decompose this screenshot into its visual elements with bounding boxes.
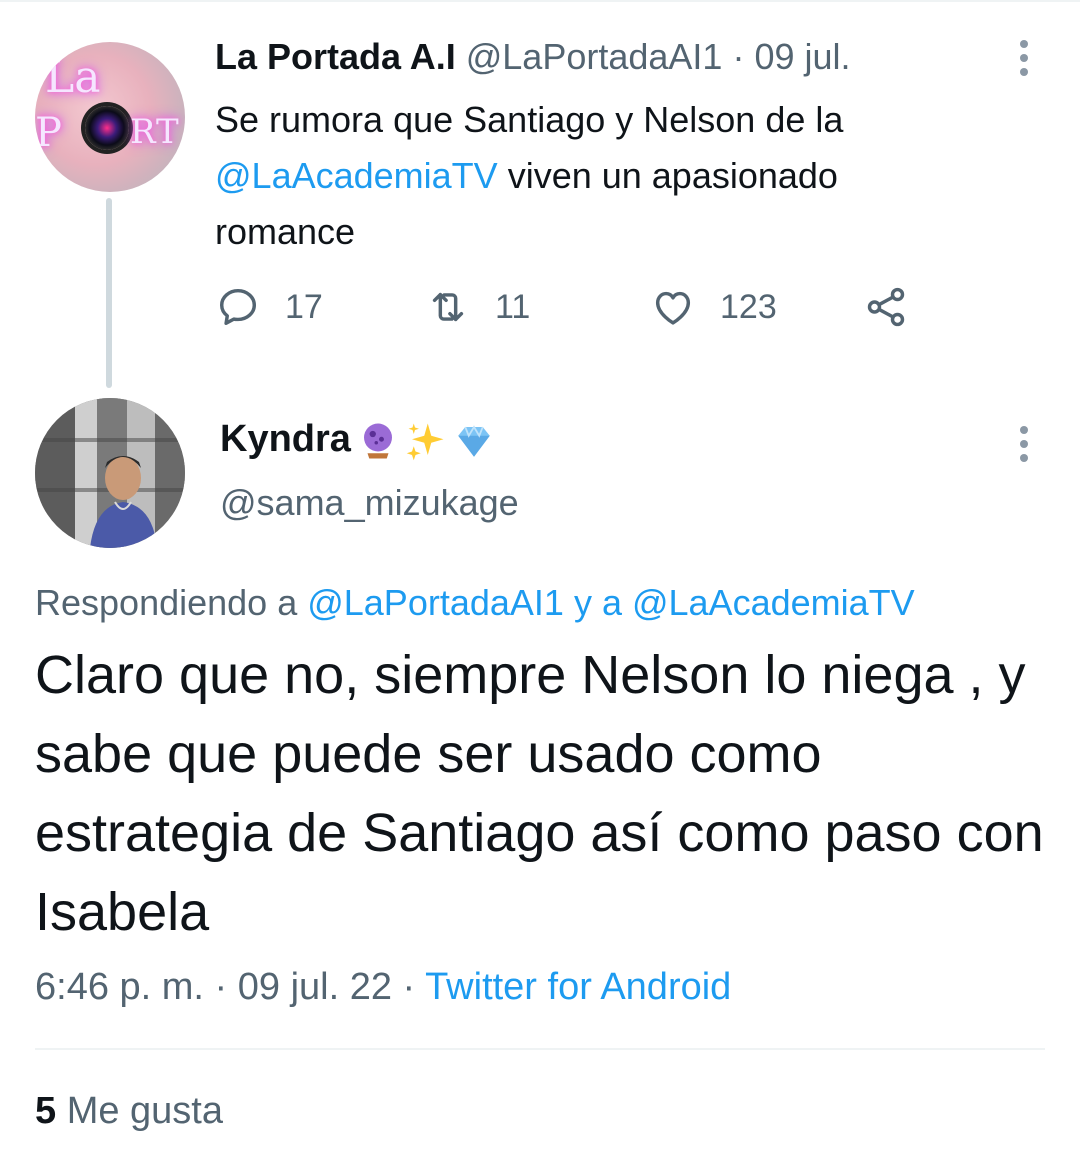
parent-tweet-text: Se rumora que Santiago y Nelson de la @L… bbox=[215, 92, 975, 260]
reply-tweet-text: Claro que no, siempre Nelson lo niega , … bbox=[35, 645, 1044, 942]
replying-mention-2[interactable]: @LaAcademiaTV bbox=[632, 582, 915, 623]
thread-connector-line bbox=[106, 198, 112, 388]
avatar-logo-text-rt: RT bbox=[130, 112, 180, 152]
reply-author-handle[interactable]: @sama_mizukage bbox=[220, 482, 519, 524]
parent-author-name[interactable]: La Portada A.I bbox=[215, 36, 456, 77]
parent-avatar[interactable]: La P RT bbox=[35, 42, 185, 192]
share-icon bbox=[867, 287, 905, 327]
reply-more-options-icon[interactable] bbox=[1010, 424, 1038, 464]
profile-photo-image bbox=[35, 398, 185, 548]
gem-icon bbox=[458, 425, 490, 457]
replying-mention-1[interactable]: @LaPortadaAI1 bbox=[307, 582, 564, 623]
reply-author-name-text: Kyndra bbox=[220, 418, 351, 460]
mention-link[interactable]: @LaAcademiaTV bbox=[215, 155, 498, 196]
reply-timestamp[interactable]: 6:46 p. m. · 09 jul. 22 · bbox=[35, 966, 425, 1008]
replying-to-line: Respondiendo a @LaPortadaAI1 y a @LaAcad… bbox=[35, 582, 915, 624]
parent-tweet-header: La Portada A.I @LaPortadaAI1 · 09 jul. bbox=[215, 36, 851, 78]
likes-label: Me gusta bbox=[56, 1090, 224, 1132]
heart-icon bbox=[655, 291, 691, 325]
like-count: 123 bbox=[720, 287, 777, 326]
reply-button[interactable]: 17 bbox=[215, 282, 323, 332]
avatar-logo-text-p: P bbox=[35, 110, 62, 156]
share-button[interactable] bbox=[863, 282, 909, 332]
replying-connector: y a bbox=[563, 582, 632, 623]
crystal-ball-icon bbox=[363, 423, 392, 459]
replying-prefix: Respondiendo a bbox=[35, 582, 308, 623]
reply-author-name[interactable]: Kyndra bbox=[220, 418, 495, 462]
parent-tweet-date[interactable]: 09 jul. bbox=[754, 36, 850, 77]
reply-icon bbox=[219, 288, 257, 326]
like-button[interactable]: 123 bbox=[650, 282, 777, 332]
parent-more-options-icon[interactable] bbox=[1010, 38, 1038, 78]
retweet-icon bbox=[432, 292, 464, 322]
header-separator: · bbox=[732, 36, 745, 77]
avatar-logo-text-la: La bbox=[45, 52, 101, 103]
likes-summary[interactable]: 5 Me gusta bbox=[35, 1090, 223, 1133]
tweet-source-link[interactable]: Twitter for Android bbox=[425, 966, 731, 1008]
stats-divider bbox=[35, 1048, 1045, 1050]
reply-count: 17 bbox=[285, 287, 323, 326]
top-divider bbox=[0, 0, 1080, 2]
retweet-button[interactable]: 11 bbox=[425, 282, 530, 332]
sparkles-icon bbox=[406, 423, 444, 461]
reply-timestamp-line: 6:46 p. m. · 09 jul. 22 · Twitter for An… bbox=[35, 966, 731, 1009]
likes-count: 5 bbox=[35, 1090, 57, 1132]
camera-lens-icon bbox=[85, 106, 129, 150]
parent-text-part: Se rumora que Santiago y Nelson de la bbox=[215, 99, 844, 140]
reply-avatar[interactable] bbox=[35, 398, 185, 548]
retweet-count: 11 bbox=[495, 287, 531, 326]
parent-author-handle[interactable]: @LaPortadaAI1 bbox=[466, 36, 723, 77]
